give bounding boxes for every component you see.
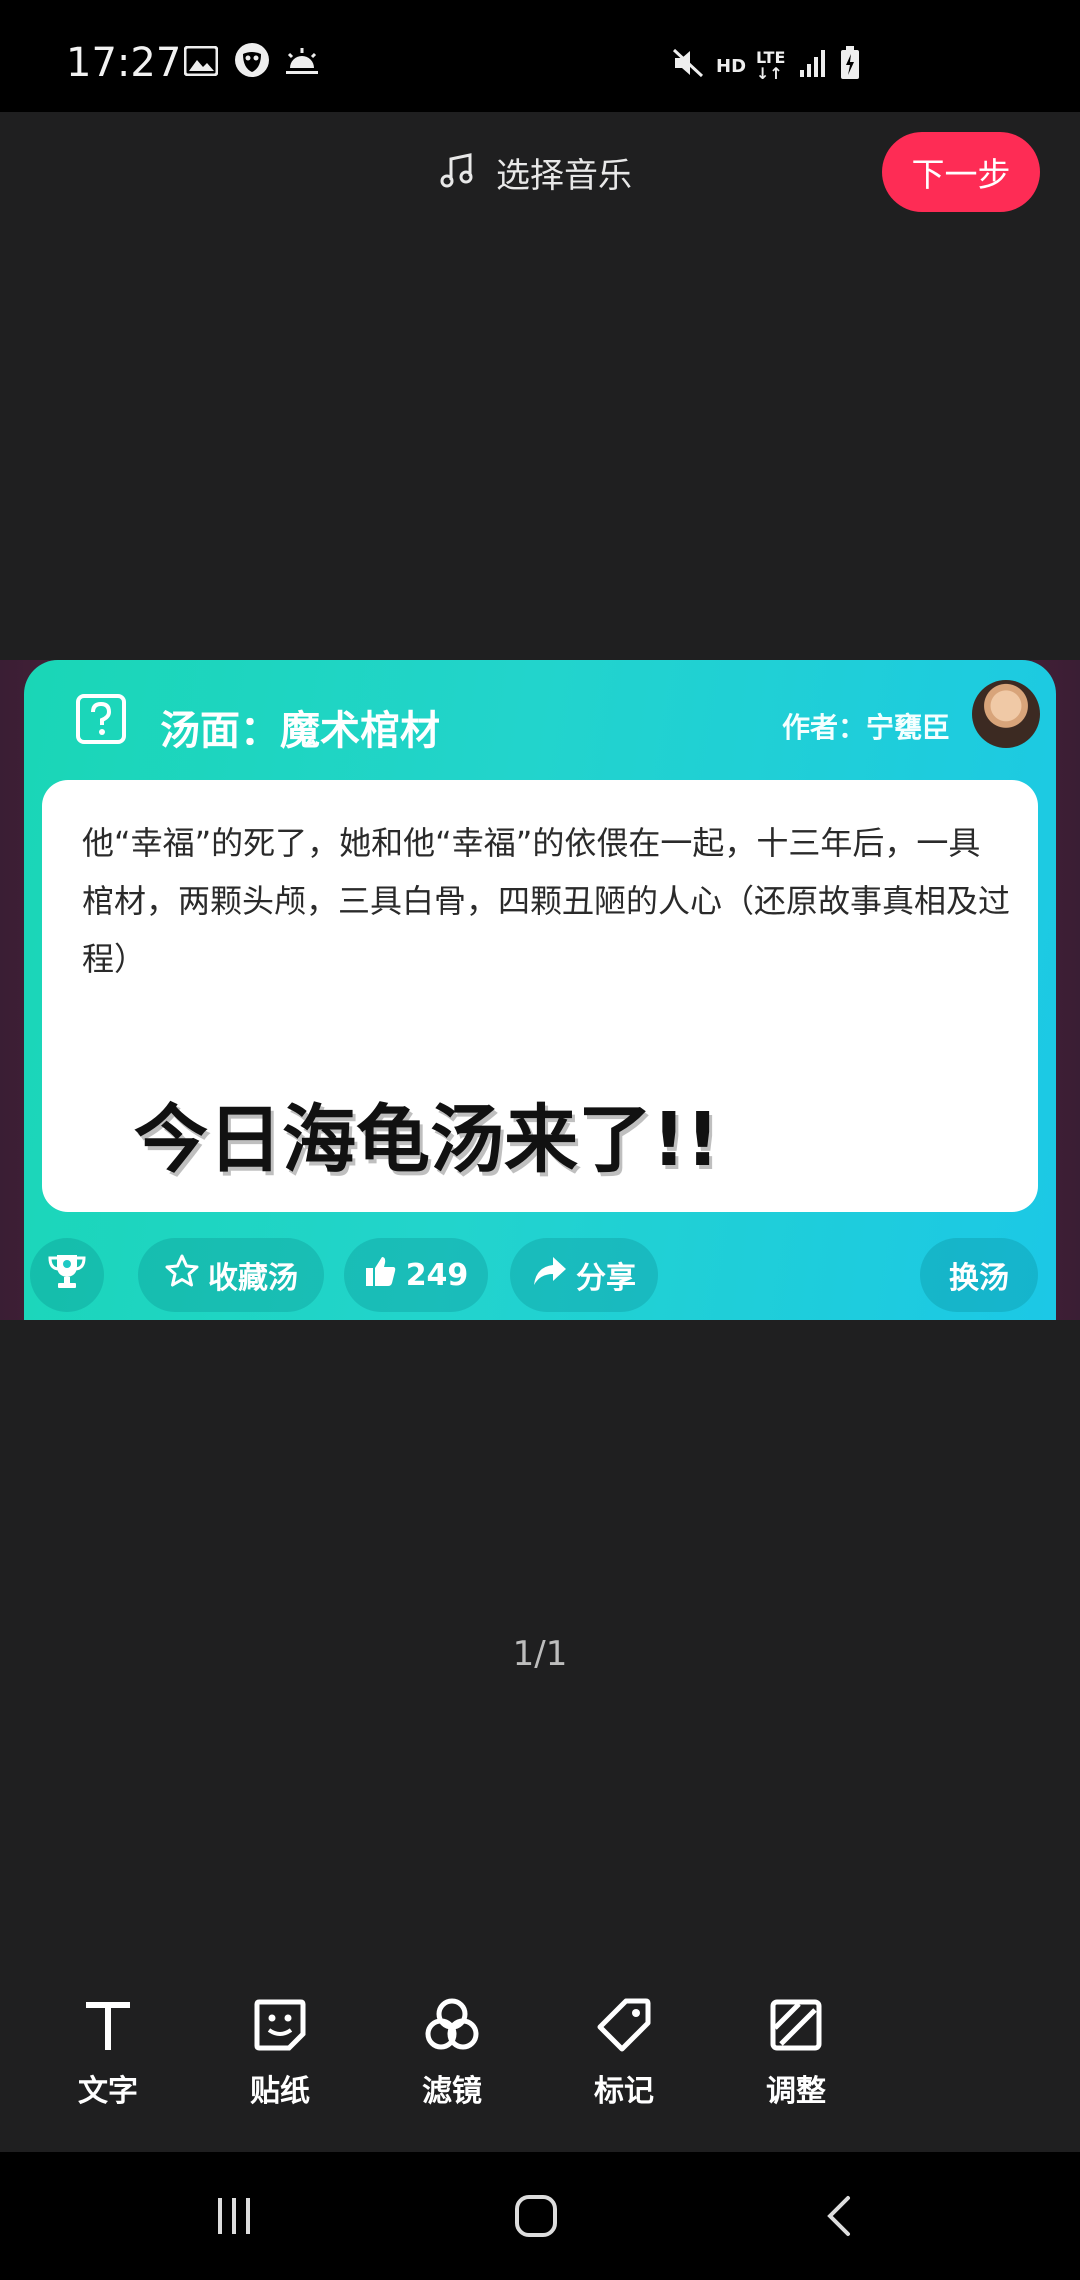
like-count: 249 [405,1257,469,1293]
soup-card: 汤面：魔术棺材 作者：宁甕臣 他“幸福”的死了，她和他“幸福”的依偎在一起，十三… [24,660,1056,1320]
thumbs-up-icon [364,1254,398,1296]
collect-soup-button[interactable]: 收藏汤 [138,1238,324,1312]
collect-soup-label: 收藏汤 [208,1261,298,1296]
back-button[interactable] [820,2194,856,2242]
filter-icon [392,1990,512,2060]
share-button[interactable]: 分享 [510,1238,658,1312]
tool-sticker[interactable]: 贴纸 [220,1990,340,2110]
question-icon [76,694,126,748]
tool-tag[interactable]: 标记 [564,1990,684,2110]
star-icon [164,1253,200,1297]
system-nav-bar [0,2152,1080,2280]
gallery-icon [183,45,219,80]
author-avatar[interactable] [972,680,1040,748]
mute-icon [672,48,706,82]
select-music-button[interactable]: 选择音乐 [440,148,632,197]
select-music-label: 选择音乐 [496,156,632,196]
tool-tag-label: 标记 [594,2074,654,2109]
share-label: 分享 [576,1261,636,1296]
tag-icon [564,1990,684,2060]
recent-apps-button[interactable] [214,2196,254,2240]
music-note-icon [440,152,474,193]
edit-toolbar: 文字 贴纸 滤镜 标记 调整 [0,1990,1080,2150]
tool-adjust[interactable]: 调整 [736,1990,856,2110]
like-button[interactable]: 249 [344,1238,488,1312]
sticker-icon [220,1990,340,2060]
lte-indicator: LTE ↓↑ [756,48,786,83]
status-bar: 17:27 HD LTE ↓↑ [0,0,1080,112]
story-box: 他“幸福”的死了，她和他“幸福”的依偎在一起，十三年后，一具棺材，两颗头颅，三具… [42,780,1038,1212]
card-actions: 收藏汤 249 分享 换汤 [24,1238,1056,1318]
weather-icon [284,46,320,80]
tool-adjust-label: 调整 [766,2074,826,2109]
home-button[interactable] [514,2194,558,2242]
next-step-button[interactable]: 下一步 [882,132,1040,212]
mask-icon [234,42,270,82]
signal-icon [798,48,828,82]
card-title: 汤面：魔术棺材 [160,708,440,754]
share-arrow-icon [532,1255,568,1295]
page-counter: 1/1 [512,1634,568,1674]
adjust-icon [736,1990,856,2060]
battery-icon [840,46,860,84]
trophy-button[interactable] [30,1238,104,1312]
text-icon [48,1990,168,2060]
card-header: 汤面：魔术棺材 作者：宁甕臣 [24,660,1056,780]
card-author: 作者：宁甕臣 [781,711,950,744]
trophy-icon [47,1252,87,1298]
story-headline: 今日海龟汤来了!! [134,1097,720,1183]
hd-indicator: HD [716,56,747,77]
switch-soup-button[interactable]: 换汤 [920,1238,1038,1312]
tool-filter-label: 滤镜 [422,2074,482,2109]
editor-top-bar: 选择音乐 下一步 [0,112,1080,228]
tool-filter[interactable]: 滤镜 [392,1990,512,2110]
tool-sticker-label: 贴纸 [250,2074,310,2109]
tool-text-label: 文字 [78,2074,138,2109]
story-text: 他“幸福”的死了，她和他“幸福”的依偎在一起，十三年后，一具棺材，两颗头颅，三具… [82,824,1011,978]
tool-text[interactable]: 文字 [48,1990,168,2110]
status-time: 17:27 [66,40,182,86]
